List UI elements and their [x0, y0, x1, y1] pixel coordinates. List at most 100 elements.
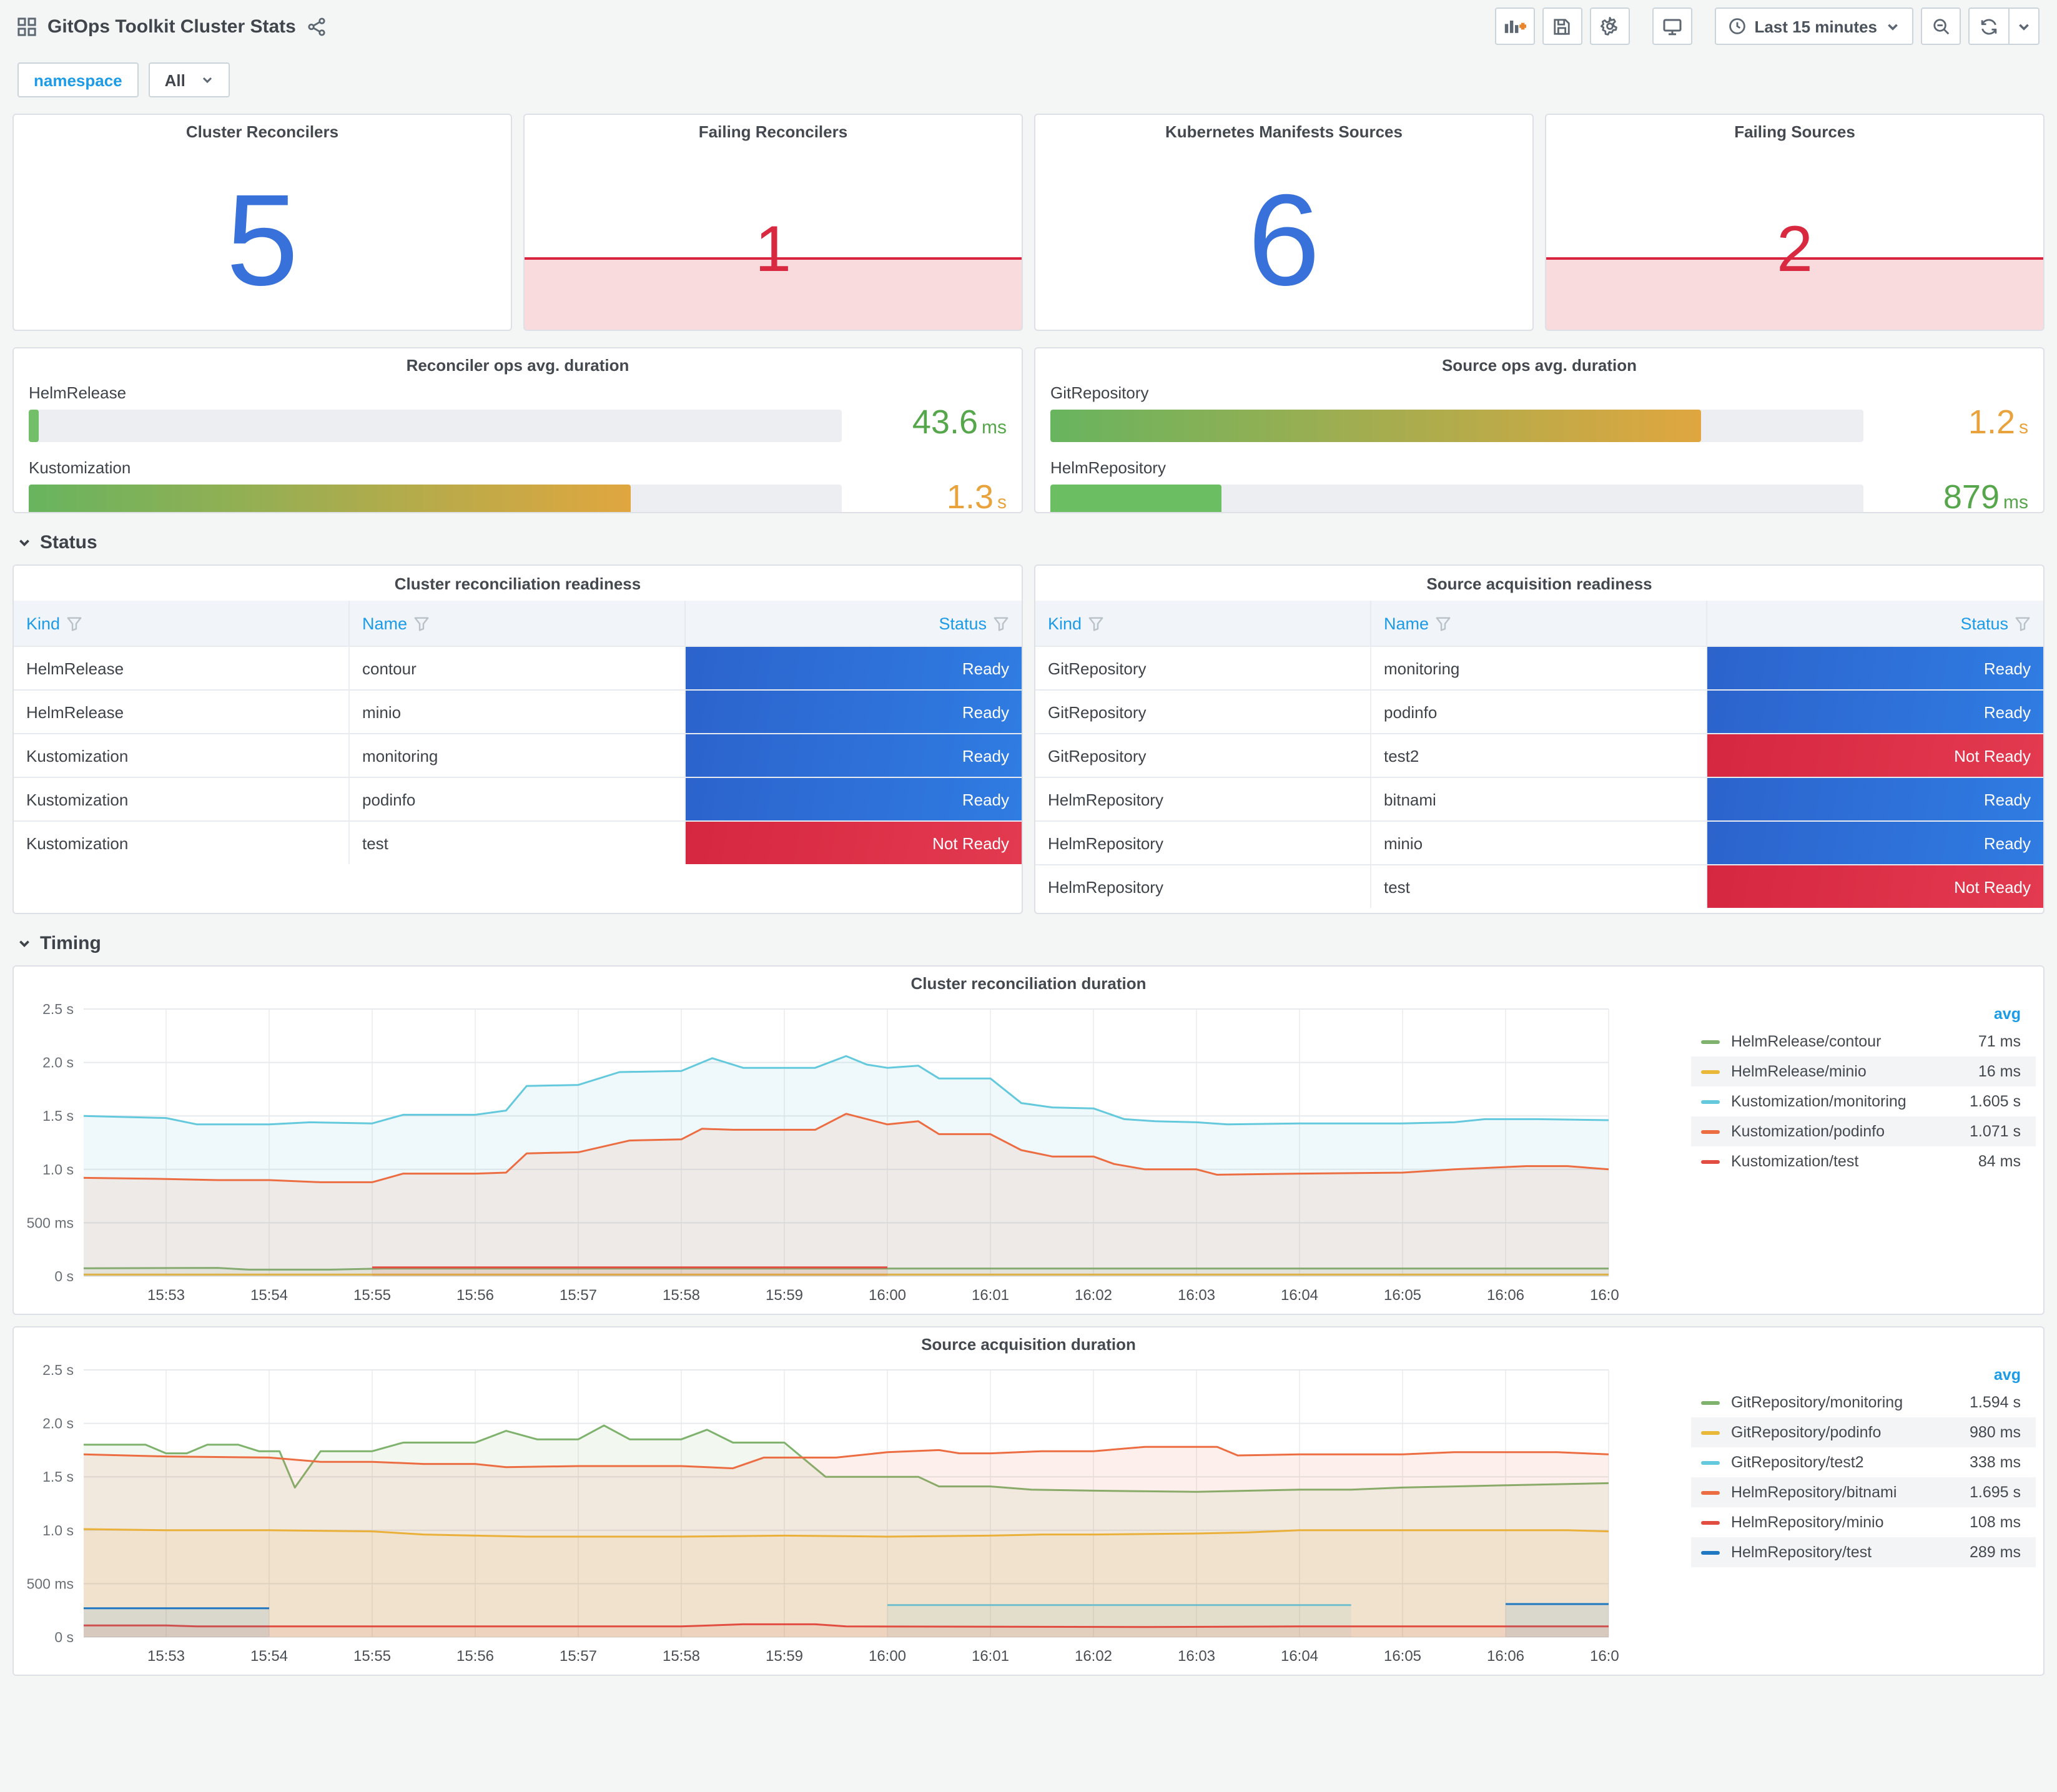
status-badge: Ready [1707, 691, 2043, 733]
series-name: Kustomization/podinfo [1731, 1123, 1885, 1140]
table-row: HelmRepository minio Ready [1035, 820, 2043, 864]
gauge-row: HelmRepository 879 ms [1050, 458, 2028, 513]
gauge-track [1050, 484, 1863, 512]
table: Kind Name Status HelmRelease contour Ready Hel… [14, 601, 1022, 864]
filter-funnel-icon[interactable] [1435, 615, 1451, 631]
refresh-button[interactable] [1968, 7, 2008, 45]
section-header-status[interactable]: Status [17, 532, 2040, 553]
column-header-name[interactable]: Name [1371, 601, 1707, 646]
panel-title[interactable]: Failing Reconcilers [525, 115, 1022, 147]
filter-funnel-icon[interactable] [66, 615, 82, 631]
time-range-picker[interactable]: Last 15 minutes [1714, 7, 1913, 45]
column-header-status[interactable]: Status [686, 601, 1022, 646]
filter-funnel-icon[interactable] [993, 615, 1009, 631]
dashboard-grid-icon[interactable] [17, 17, 36, 36]
gauge-value: 879 ms [1943, 478, 2028, 513]
svg-text:16:01: 16:01 [972, 1648, 1009, 1665]
series-avg-value: 338 ms [1970, 1454, 2021, 1471]
section-label: Status [40, 532, 97, 553]
variable-namespace-label[interactable]: namespace [17, 62, 139, 97]
cell-kind: Kustomization [14, 822, 350, 864]
column-header-status[interactable]: Status [1707, 601, 2043, 646]
series-avg-value: 16 ms [1978, 1063, 2021, 1080]
legend-item[interactable]: Kustomization/test 84 ms [1691, 1146, 2036, 1176]
column-header-kind[interactable]: Kind [1035, 601, 1371, 646]
legend-item[interactable]: GitRepository/monitoring 1.594 s [1691, 1387, 2036, 1417]
column-header-kind[interactable]: Kind [14, 601, 350, 646]
svg-text:16:03: 16:03 [1178, 1648, 1215, 1665]
legend-avg-column[interactable]: avg [1994, 1005, 2021, 1023]
gauge-label: HelmRepository [1050, 458, 1166, 477]
dashboard-settings-button[interactable] [1589, 7, 1630, 45]
legend-item[interactable]: Kustomization/monitoring 1.605 s [1691, 1086, 2036, 1116]
column-header-name[interactable]: Name [350, 601, 686, 646]
legend-item[interactable]: GitRepository/test2 338 ms [1691, 1447, 2036, 1477]
variable-namespace-value[interactable]: All [148, 62, 230, 97]
gauge-panel-reconciler-ops: Reconciler ops avg. duration HelmRelease… [12, 347, 1023, 513]
save-dashboard-button[interactable] [1542, 7, 1582, 45]
svg-text:16:05: 16:05 [1384, 1287, 1421, 1304]
zoom-out-button[interactable] [1921, 7, 1961, 45]
page-title: GitOps Toolkit Cluster Stats [47, 16, 296, 37]
legend-item[interactable]: HelmRepository/test 289 ms [1691, 1537, 2036, 1567]
svg-text:15:54: 15:54 [250, 1287, 288, 1304]
panel-title[interactable]: Cluster Reconcilers [14, 115, 511, 147]
timeseries-plot[interactable]: 15:53 15:54 15:55 15:56 15:57 15:58 15:59 16:00… [14, 1360, 1619, 1670]
svg-text:1.5 s: 1.5 s [42, 1469, 74, 1485]
legend-item[interactable]: HelmRelease/contour 71 ms [1691, 1026, 2036, 1056]
panel-title[interactable]: Source acquisition readiness [1035, 566, 2043, 601]
add-panel-button[interactable] [1494, 7, 1535, 45]
legend-item[interactable]: HelmRepository/minio 108 ms [1691, 1507, 2036, 1537]
gauge-body: HelmRelease 43.6 ms Kustomization 1.3 s [14, 381, 1022, 513]
svg-text:16:02: 16:02 [1075, 1648, 1112, 1665]
table-row: HelmRepository test Not Ready [1035, 864, 2043, 908]
filter-funnel-icon[interactable] [413, 615, 430, 631]
svg-text:16:05: 16:05 [1384, 1648, 1421, 1665]
table-row: GitRepository test2 Not Ready [1035, 733, 2043, 777]
stat-panel-failing-sources: Failing Sources 2 [1545, 114, 2045, 331]
panel-title[interactable]: Source ops avg. duration [1035, 348, 2043, 381]
gauge-value: 1.3 s [946, 478, 1007, 513]
panel-title[interactable]: Kubernetes Manifests Sources [1035, 115, 1532, 147]
section-header-timing[interactable]: Timing [17, 933, 2040, 954]
series-color-dash [1701, 1520, 1720, 1524]
svg-text:2.5 s: 2.5 s [42, 1001, 74, 1017]
status-badge: Ready [686, 734, 1022, 777]
legend-avg-column[interactable]: avg [1994, 1366, 2021, 1384]
series-avg-value: 1.594 s [1969, 1394, 2021, 1411]
panel-title[interactable]: Source acquisition duration [14, 1327, 2043, 1360]
stat-panel-cluster-reconcilers: Cluster Reconcilers 5 [12, 114, 512, 331]
series-name: GitRepository/podinfo [1731, 1424, 1882, 1441]
legend-item[interactable]: HelmRepository/bitnami 1.695 s [1691, 1477, 2036, 1507]
series-color-dash [1701, 1460, 1720, 1464]
svg-text:16:06: 16:06 [1487, 1287, 1524, 1304]
gauge-value: 43.6 ms [912, 403, 1007, 441]
gauge-bar [1050, 484, 1221, 512]
svg-text:16:04: 16:04 [1281, 1648, 1318, 1665]
filter-funnel-icon[interactable] [1088, 615, 1104, 631]
legend-item[interactable]: HelmRelease/minio 16 ms [1691, 1056, 2036, 1086]
table-row: Kustomization monitoring Ready [14, 733, 1022, 777]
status-badge: Ready [686, 647, 1022, 689]
series-avg-value: 1.071 s [1969, 1123, 2021, 1140]
panel-title[interactable]: Reconciler ops avg. duration [14, 348, 1022, 381]
panel-title[interactable]: Failing Sources [1546, 115, 2043, 147]
filter-funnel-icon[interactable] [2015, 615, 2031, 631]
panel-title[interactable]: Cluster reconciliation readiness [14, 566, 1022, 601]
refresh-interval-button[interactable] [2008, 7, 2040, 45]
time-range-label: Last 15 minutes [1754, 17, 1877, 36]
table-header-row: Kind Name Status [14, 601, 1022, 646]
tv-mode-button[interactable] [1652, 7, 1692, 45]
section-label: Timing [40, 933, 101, 954]
cell-kind: GitRepository [1035, 691, 1371, 733]
gauge-label: GitRepository [1050, 383, 1149, 402]
timeseries-plot[interactable]: 15:53 15:54 15:55 15:56 15:57 15:58 15:59 16:00… [14, 999, 1619, 1309]
status-badge: Ready [1707, 647, 2043, 689]
stat-value: 2 [1777, 214, 1813, 287]
gauge-bar [29, 409, 39, 441]
panel-title[interactable]: Cluster reconciliation duration [14, 967, 2043, 999]
share-icon[interactable] [307, 17, 326, 36]
chevron-down-icon [1886, 19, 1900, 33]
legend-item[interactable]: GitRepository/podinfo 980 ms [1691, 1417, 2036, 1447]
legend-item[interactable]: Kustomization/podinfo 1.071 s [1691, 1116, 2036, 1146]
